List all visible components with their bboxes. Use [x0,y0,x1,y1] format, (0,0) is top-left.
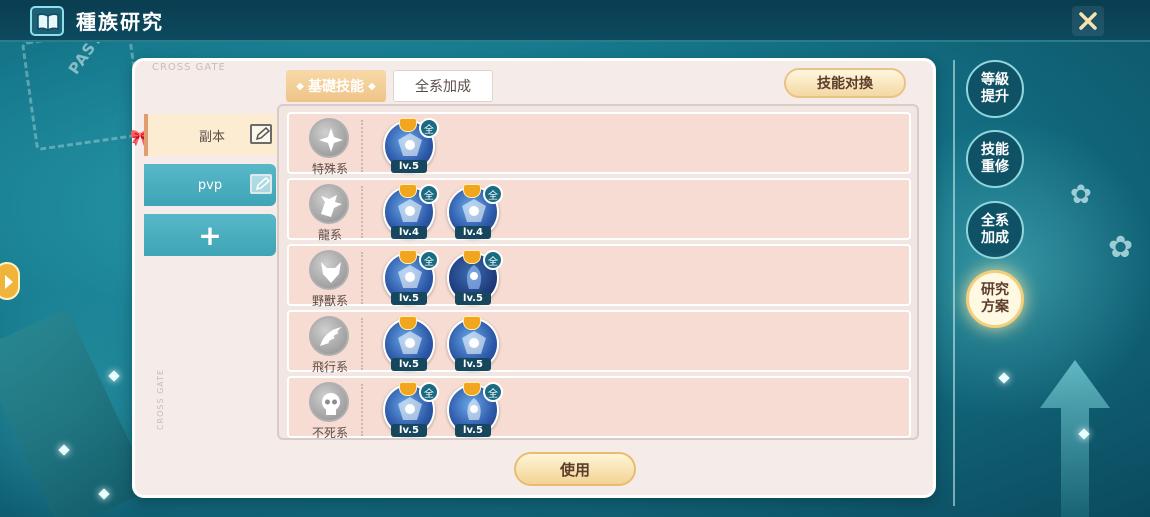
all-badge: 全 [483,382,503,402]
category: 不死系 [295,382,355,438]
medal-icon [399,316,417,330]
flower-icon: ✿ [1070,180,1092,210]
wing-icon [309,316,349,356]
all-badge: 全 [419,118,439,138]
side-nav-research-plan[interactable]: 研究 方案 [966,270,1024,328]
decor-box [0,308,152,517]
skill-level: lv.5 [455,292,491,305]
medal-icon [399,118,417,132]
category: 龍系 [295,184,355,242]
book-icon [30,6,64,36]
category: 飛行系 [295,316,355,374]
category: 特殊系 [295,118,355,176]
skill-slot[interactable]: 全 lv.5 [383,382,439,437]
skill-slot[interactable]: 全 lv.5 [383,250,439,305]
skill-level: lv.5 [455,424,491,437]
header-bar: 種族研究 [0,0,1150,42]
all-badge: 全 [483,184,503,204]
sparkle-icon [108,370,120,382]
divider [361,120,363,172]
medal-icon [399,382,417,396]
skill-level: lv.5 [391,358,427,371]
category: 野獸系 [295,250,355,308]
page-title: 種族研究 [76,10,164,34]
all-badge: 全 [483,250,503,270]
all-badge: 全 [419,382,439,402]
dragon-icon [309,184,349,224]
tab-basic-skills[interactable]: ◆ 基礎技能 ◆ [286,70,386,102]
tab-label: 基礎技能 [308,79,364,95]
divider [361,318,363,370]
beast-icon [309,250,349,290]
category-label: 飛行系 [311,360,348,374]
skill-level: lv.4 [455,226,491,239]
skill-swap-button[interactable]: 技能对換 [784,68,906,98]
category-label: 不死系 [311,426,348,440]
medal-icon [399,250,417,264]
skill-slot[interactable]: lv.5 [447,316,501,371]
all-badge: 全 [419,250,439,270]
flower-icon: ✿ [1108,230,1134,265]
edit-icon[interactable] [250,174,272,194]
divider [361,252,363,304]
panel-side-text: CROSS GATE [156,368,166,431]
plus-icon: + [198,218,222,252]
plan-label: 副本 [198,129,225,145]
skill-row: 特殊系 全 lv.5 [287,112,911,176]
tab-all-bonus[interactable]: 全系加成 [393,70,493,102]
skill-level: lv.4 [391,226,427,239]
medal-icon [399,184,417,198]
chevron-right-icon [5,275,13,289]
skull-icon [309,382,349,422]
medal-icon [463,382,481,396]
divider [361,186,363,238]
category-label: 特殊系 [311,162,348,176]
skill-row: 不死系 全 lv.5 全 lv.5 [287,376,911,438]
skill-rows: 特殊系 全 lv.5 龍系 全 lv.4 全 lv.4 野獸系 全 lv.5 全… [277,104,919,440]
medal-icon [463,250,481,264]
panel-brand: CROSS GATE [152,62,226,73]
skill-row: 野獸系 全 lv.5 全 lv.5 [287,244,911,308]
skill-level: lv.5 [455,358,491,371]
skill-slot[interactable]: 全 lv.4 [447,184,503,239]
skill-slot[interactable]: 全 lv.4 [383,184,439,239]
side-nav-line [953,60,955,506]
divider [361,384,363,436]
expand-left-button[interactable] [0,262,20,300]
all-badge: 全 [419,184,439,204]
tab-dot: ◆ [296,80,304,92]
skill-row: 飛行系 lv.5 lv.5 [287,310,911,374]
side-nav-skill-reset[interactable]: 技能 重修 [966,130,1024,188]
skill-level: lv.5 [391,160,427,173]
plan-label: pvp [197,177,223,193]
skill-slot[interactable]: lv.5 [383,316,437,371]
star-emblem-icon [309,118,349,158]
tab-dot: ◆ [368,80,376,92]
sparkle-icon [998,372,1010,384]
close-button[interactable] [1072,6,1104,36]
medal-icon [463,184,481,198]
skill-level: lv.5 [391,292,427,305]
close-icon [1079,12,1097,30]
medal-icon [463,316,481,330]
tab-label: 全系加成 [415,79,471,95]
decor-spear [1040,360,1110,517]
side-nav-all-bonus[interactable]: 全系 加成 [966,201,1024,259]
skill-slot[interactable]: 全 lv.5 [447,382,503,437]
use-button[interactable]: 使用 [514,452,636,486]
skill-row: 龍系 全 lv.4 全 lv.4 [287,178,911,242]
category-label: 野獸系 [311,294,348,308]
skill-slot[interactable]: 全 lv.5 [447,250,503,305]
skill-slot[interactable]: 全 lv.5 [383,118,439,173]
category-label: 龍系 [317,228,342,242]
side-nav-level-up[interactable]: 等級 提升 [966,60,1024,118]
add-plan-button[interactable]: + [144,214,276,256]
edit-icon[interactable] [250,124,272,144]
skill-level: lv.5 [391,424,427,437]
